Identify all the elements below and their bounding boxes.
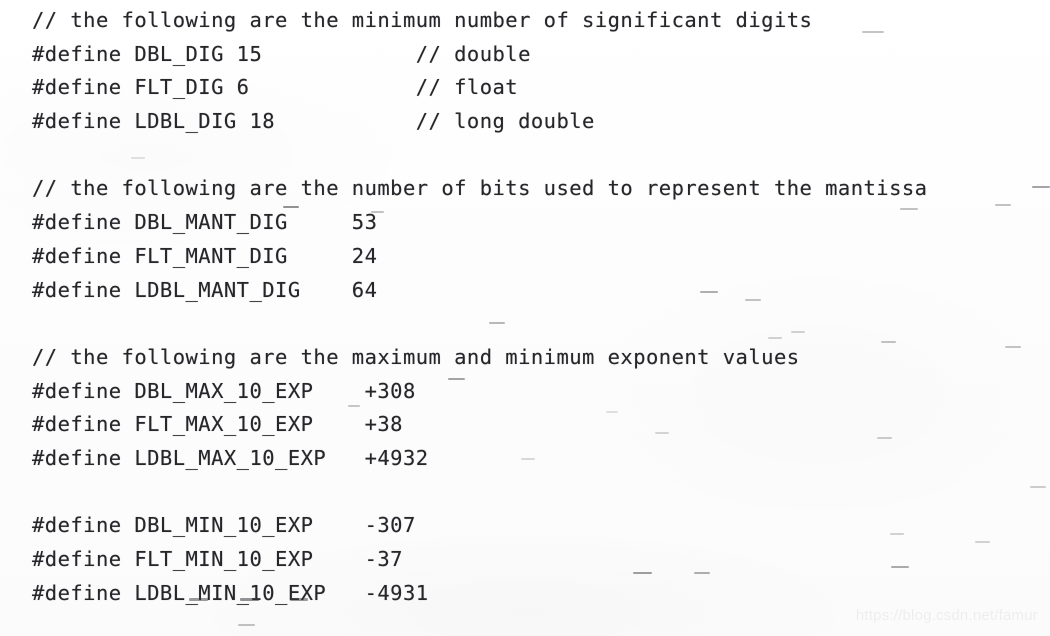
scanned-page: // the following are the minimum number … — [0, 0, 1050, 636]
code-line: #define LDBL_MANT_DIG 64 — [32, 277, 378, 302]
code-line: #define DBL_MIN_10_EXP -307 — [32, 513, 416, 538]
code-line: #define DBL_MAX_10_EXP +308 — [32, 378, 416, 403]
code-line: // the following are the minimum number … — [32, 8, 813, 32]
code-line: #define LDBL_MIN_10_EXP -4931 — [32, 580, 429, 605]
code-line: // the following are the maximum and min… — [32, 344, 800, 369]
code-line: #define FLT_MAX_10_EXP +38 — [32, 412, 403, 437]
code-line: #define FLT_MANT_DIG 24 — [32, 243, 378, 268]
scan-artifact — [1030, 486, 1046, 488]
code-line: #define FLT_MIN_10_EXP -37 — [32, 547, 403, 571]
csdn-watermark: https://blog.csdn.net/famur — [855, 607, 1038, 624]
code-line: // the following are the number of bits … — [32, 176, 928, 201]
code-listing: // the following are the minimum number … — [32, 4, 1022, 610]
code-line: #define DBL_MANT_DIG 53 — [32, 210, 378, 235]
code-line: #define DBL_DIG 15 // double — [32, 41, 531, 66]
code-line: #define LDBL_MAX_10_EXP +4932 — [32, 445, 429, 470]
scan-artifact — [1032, 186, 1050, 188]
code-line: #define LDBL_DIG 18 // long double — [32, 109, 595, 134]
scan-artifact — [238, 624, 255, 626]
code-line: #define FLT_DIG 6 // float — [32, 75, 519, 100]
